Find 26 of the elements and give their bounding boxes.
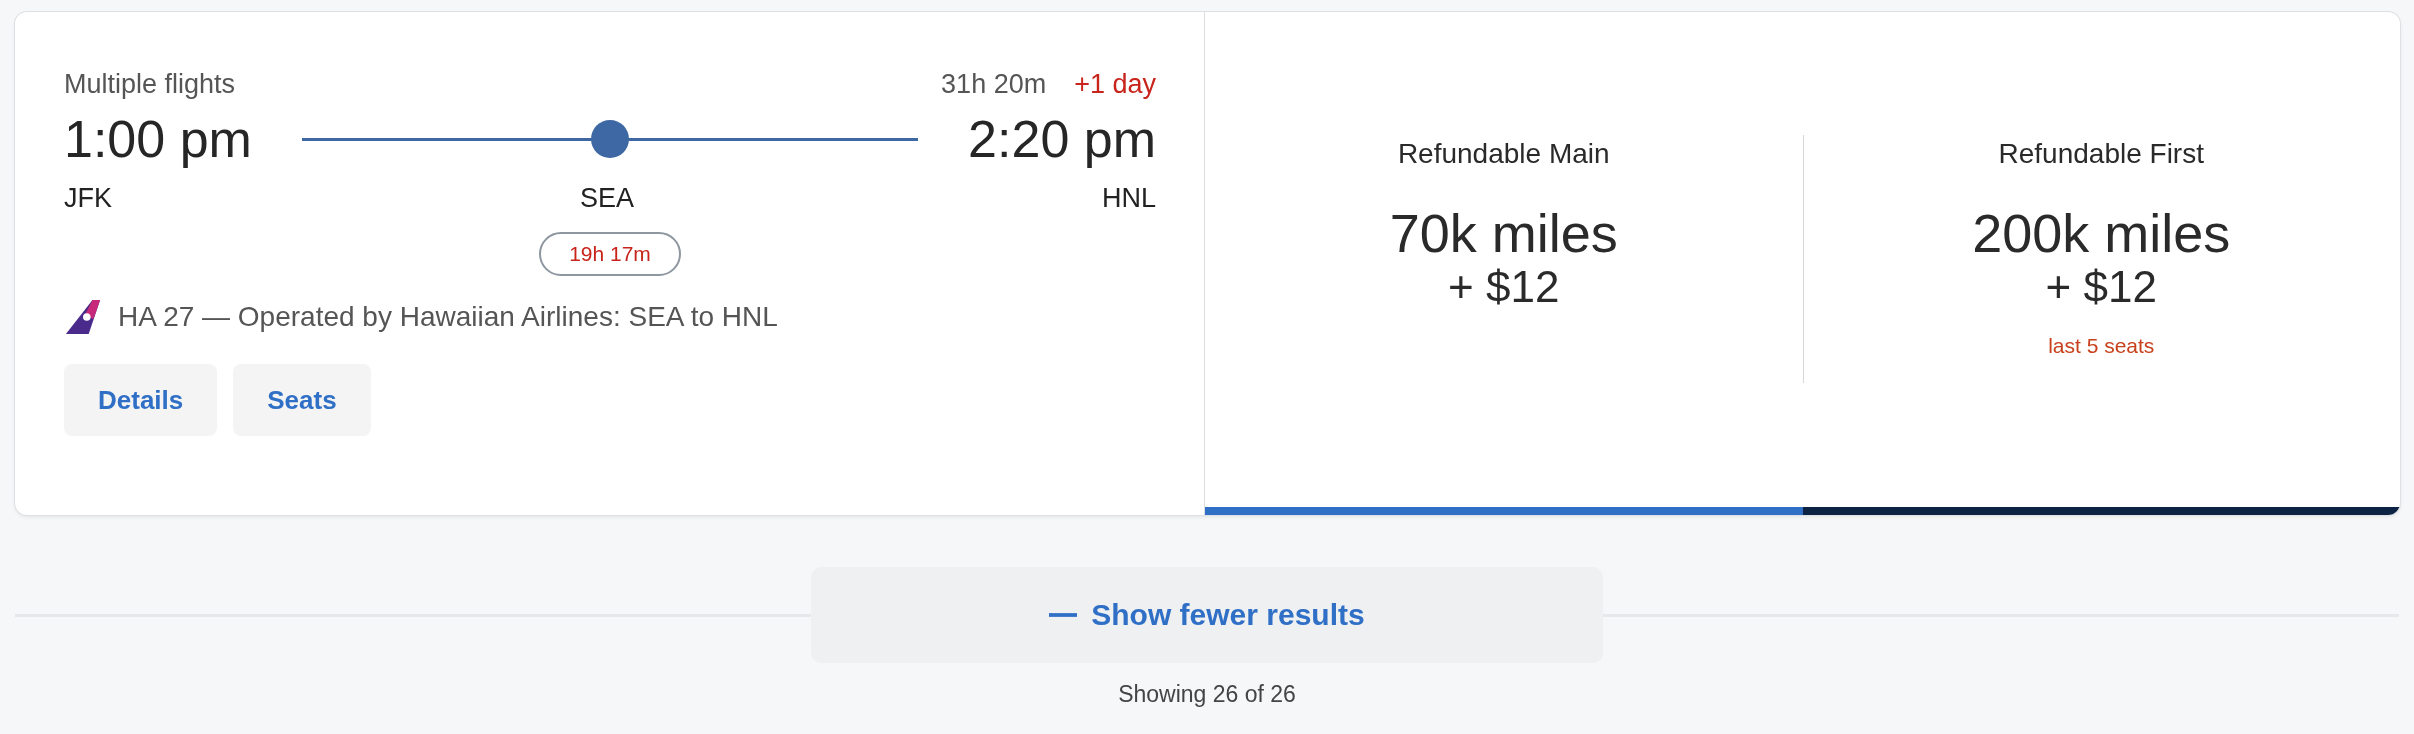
fare-miles: 70k miles — [1389, 204, 1618, 264]
layover-badge: 19h 17m — [539, 232, 681, 276]
arrival-time: 2:20 pm — [968, 109, 1156, 169]
departure-time: 1:00 pm — [64, 109, 252, 169]
fare-option[interactable]: Refundable First 200k miles + $12 last 5 seats — [1802, 12, 2400, 515]
airport-code: HNL — [1102, 182, 1156, 214]
fare-miles: 200k miles — [1972, 204, 2231, 264]
flight-action-button[interactable]: Details — [64, 364, 218, 436]
fare-fee: + $12 — [1448, 263, 1560, 312]
flight-action-button[interactable]: Seats — [233, 364, 371, 436]
show-fewer-button[interactable]: Show fewer results — [811, 567, 1603, 663]
tail-icon — [64, 298, 102, 336]
day-offset: +1 day — [1074, 68, 1156, 100]
fare-name: Refundable First — [1998, 138, 2204, 170]
total-duration: 31h 20m — [941, 68, 1047, 100]
fare-name: Refundable Main — [1397, 138, 1610, 170]
airport-code: SEA — [580, 182, 634, 214]
fare-option[interactable]: Refundable Main 70k miles + $12 — [1205, 12, 1803, 515]
seats-left-note: last 5 seats — [2048, 333, 2155, 358]
minus-icon — [1049, 613, 1078, 617]
itinerary-label: Multiple flights — [64, 68, 236, 100]
airport-code: JFK — [64, 182, 112, 214]
operator-text: HA 27 — Operated by Hawaiian Airlines: SEA to HNL — [118, 301, 778, 333]
fare-fee: + $12 — [2045, 263, 2157, 312]
stop-dot — [591, 120, 629, 158]
results-count: Showing 26 of 26 — [1118, 681, 1296, 708]
